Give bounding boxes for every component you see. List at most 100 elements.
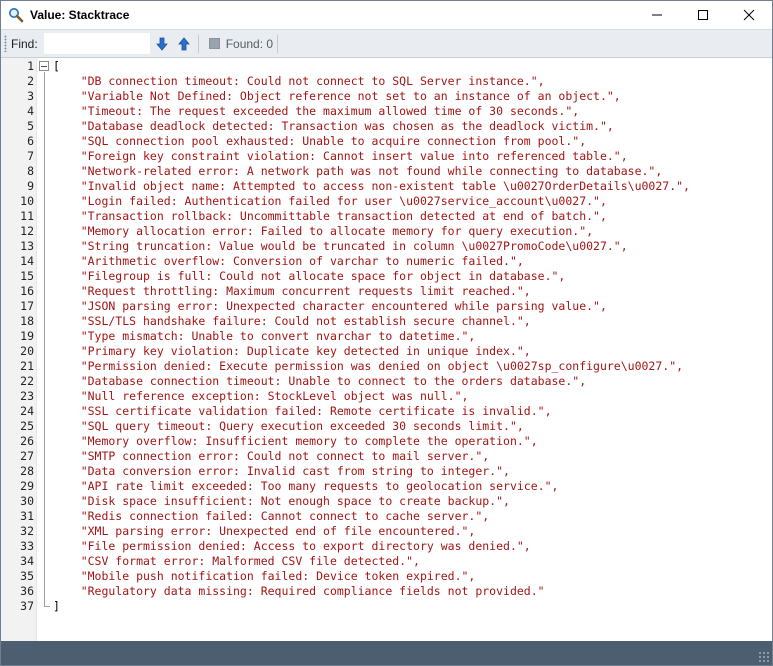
line-number: 25 xyxy=(20,419,34,433)
found-count: Found: 0 xyxy=(225,36,274,51)
code-line[interactable]: "SSL certificate validation failed: Remo… xyxy=(53,404,772,419)
code-line[interactable]: "SMTP connection error: Could not connec… xyxy=(53,449,772,464)
line-number: 19 xyxy=(20,329,34,343)
collapse-icon[interactable] xyxy=(39,61,49,71)
toolbar-separator xyxy=(277,34,279,53)
line-number: 29 xyxy=(20,479,34,493)
maximize-icon xyxy=(698,10,708,20)
code-line[interactable]: ] xyxy=(53,599,772,614)
code-line[interactable]: [ xyxy=(53,59,772,74)
line-number: 16 xyxy=(20,284,34,298)
code-line[interactable]: "Memory allocation error: Failed to allo… xyxy=(53,224,772,239)
code-line[interactable]: "DB connection timeout: Could not connec… xyxy=(53,74,772,89)
code-line[interactable]: "Login failed: Authentication failed for… xyxy=(53,194,772,209)
code-line[interactable]: "Null reference exception: StockLevel ob… xyxy=(53,389,772,404)
fold-margin xyxy=(37,58,53,641)
code-line[interactable]: "Arithmetic overflow: Conversion of varc… xyxy=(53,254,772,269)
line-number: 37 xyxy=(20,599,34,613)
code-line[interactable]: "Transaction rollback: Uncommittable tra… xyxy=(53,209,772,224)
code-line[interactable]: "CSV format error: Malformed CSV file de… xyxy=(53,554,772,569)
code-line[interactable]: "Mobile push notification failed: Device… xyxy=(53,569,772,584)
fold-guide xyxy=(44,72,45,607)
line-number: 36 xyxy=(20,584,34,598)
line-number: 5 xyxy=(27,119,34,133)
code-line[interactable]: "Data conversion error: Invalid cast fro… xyxy=(53,464,772,479)
line-number: 12 xyxy=(20,224,34,238)
line-number: 11 xyxy=(20,209,34,223)
stacktrace-window: Value: Stacktrace Find: Found: 0 1 2 3 4… xyxy=(0,0,773,666)
code-line[interactable]: "Disk space insufficient: Not enough spa… xyxy=(53,494,772,509)
find-previous-button[interactable] xyxy=(174,34,194,54)
line-number: 7 xyxy=(27,149,34,163)
maximize-button[interactable] xyxy=(680,1,726,29)
magnifier-icon xyxy=(8,7,24,23)
find-input[interactable] xyxy=(43,33,150,54)
line-number: 15 xyxy=(20,269,34,283)
code-line[interactable]: "Memory overflow: Insufficient memory to… xyxy=(53,434,772,449)
code-line[interactable]: "Filegroup is full: Could not allocate s… xyxy=(53,269,772,284)
code-line[interactable]: "API rate limit exceeded: Too many reque… xyxy=(53,479,772,494)
code-line[interactable]: "Permission denied: Execute permission w… xyxy=(53,359,772,374)
toolbar-separator xyxy=(197,34,199,53)
window-title: Value: Stacktrace xyxy=(30,8,130,22)
code-line[interactable]: "Database deadlock detected: Transaction… xyxy=(53,119,772,134)
code-line[interactable]: "Type mismatch: Unable to convert nvarch… xyxy=(53,329,772,344)
code-line[interactable]: "File permission denied: Access to expor… xyxy=(53,539,772,554)
line-number: 30 xyxy=(20,494,34,508)
arrow-up-icon xyxy=(177,36,190,50)
fold-guide-end xyxy=(44,606,50,607)
line-number: 18 xyxy=(20,314,34,328)
line-number: 4 xyxy=(27,104,34,118)
close-icon xyxy=(743,9,755,21)
line-number: 23 xyxy=(20,389,34,403)
line-number: 6 xyxy=(27,134,34,148)
line-number: 32 xyxy=(20,524,34,538)
arrow-down-icon xyxy=(155,37,168,51)
code-line[interactable]: "Timeout: The request exceeded the maxim… xyxy=(53,104,772,119)
code-line[interactable]: "Database connection timeout: Unable to … xyxy=(53,374,772,389)
line-number: 1 xyxy=(27,59,34,73)
line-number: 21 xyxy=(20,359,34,373)
found-indicator xyxy=(208,38,220,49)
line-number: 17 xyxy=(20,299,34,313)
code-line[interactable]: "Invalid object name: Attempted to acces… xyxy=(53,179,772,194)
line-number: 9 xyxy=(27,179,34,193)
toolbar-grip[interactable] xyxy=(4,35,7,52)
minimize-button[interactable] xyxy=(634,1,680,29)
line-number: 8 xyxy=(27,164,34,178)
close-button[interactable] xyxy=(726,1,772,29)
code-line[interactable]: "XML parsing error: Unexpected end of fi… xyxy=(53,524,772,539)
code-line[interactable]: "SSL/TLS handshake failure: Could not es… xyxy=(53,314,772,329)
code-line[interactable]: "Request throttling: Maximum concurrent … xyxy=(53,284,772,299)
line-number: 24 xyxy=(20,404,34,418)
code-line[interactable]: "String truncation: Value would be trunc… xyxy=(53,239,772,254)
code-editor[interactable]: 1 2 3 4 5 6 7 8 9 10 11 12 13 14 15 16 17 18 19 20 21 22 23 24 2… xyxy=(1,58,772,641)
line-number: 34 xyxy=(20,554,34,568)
find-next-button[interactable] xyxy=(152,34,172,54)
code-line[interactable]: "Foreign key constraint violation: Canno… xyxy=(53,149,772,164)
resize-grip[interactable] xyxy=(758,651,770,663)
line-number: 27 xyxy=(20,449,34,463)
line-number: 3 xyxy=(27,89,34,103)
minimize-icon xyxy=(652,14,662,16)
code-line[interactable]: "Redis connection failed: Cannot connect… xyxy=(53,509,772,524)
code-line[interactable]: "SQL query timeout: Query execution exce… xyxy=(53,419,772,434)
code-text[interactable]: [ "DB connection timeout: Could not conn… xyxy=(53,58,772,641)
code-line[interactable]: "JSON parsing error: Unexpected characte… xyxy=(53,299,772,314)
code-line[interactable]: "Regulatory data missing: Required compl… xyxy=(53,584,772,599)
line-number: 14 xyxy=(20,254,34,268)
find-label: Find: xyxy=(11,36,38,51)
line-number: 31 xyxy=(20,509,34,523)
code-line[interactable]: "SQL connection pool exhausted: Unable t… xyxy=(53,134,772,149)
code-line[interactable]: "Primary key violation: Duplicate key de… xyxy=(53,344,772,359)
line-number: 20 xyxy=(20,344,34,358)
find-toolbar: Find: Found: 0 xyxy=(1,29,772,58)
code-line[interactable]: "Network-related error: A network path w… xyxy=(53,164,772,179)
code-line[interactable]: "Variable Not Defined: Object reference … xyxy=(53,89,772,104)
line-number-gutter: 1 2 3 4 5 6 7 8 9 10 11 12 13 14 15 16 17 18 19 20 21 22 23 24 2… xyxy=(1,58,37,641)
title-bar[interactable]: Value: Stacktrace xyxy=(1,1,772,29)
line-number: 22 xyxy=(20,374,34,388)
status-bar xyxy=(1,641,772,665)
line-number: 33 xyxy=(20,539,34,553)
line-number: 10 xyxy=(20,194,34,208)
